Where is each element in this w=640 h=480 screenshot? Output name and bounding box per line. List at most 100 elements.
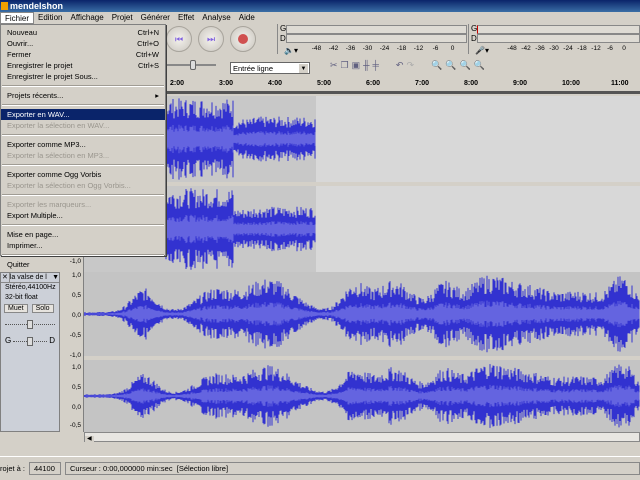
ruler-label: 11:00 bbox=[611, 80, 629, 87]
menu-item[interactable]: Export Multiple... bbox=[1, 210, 165, 221]
menu-item-label: Mise en page... bbox=[7, 230, 59, 239]
menu-5[interactable]: Effet bbox=[174, 12, 198, 24]
menu-separator bbox=[2, 104, 164, 106]
record-icon bbox=[238, 34, 248, 44]
scroll-left-icon[interactable]: ◀ bbox=[85, 436, 94, 442]
menu-3[interactable]: Projet bbox=[108, 12, 137, 24]
menu-item[interactable]: Quitter bbox=[1, 259, 165, 270]
playback-meter-right bbox=[286, 34, 467, 43]
menu-item[interactable]: Exporter en WAV... bbox=[1, 109, 165, 120]
menu-item[interactable]: Enregistrer le projet Sous... bbox=[1, 71, 165, 82]
ruler-label: 10:00 bbox=[562, 80, 580, 87]
menu-item-label: Exporter la sélection en MP3... bbox=[7, 151, 110, 160]
meter-g-label: G bbox=[471, 24, 478, 33]
menu-separator bbox=[2, 164, 164, 166]
scale-label: 0,5 bbox=[71, 292, 81, 299]
track-name-menu[interactable]: la valse de l bbox=[10, 273, 52, 282]
menu-item-shortcut: Ctrl+N bbox=[137, 28, 159, 37]
menu-0[interactable]: Fichier bbox=[0, 12, 35, 24]
app-icon bbox=[1, 2, 8, 10]
speaker-icon[interactable]: 🔈▾ bbox=[284, 46, 298, 55]
menu-4[interactable]: Générer bbox=[137, 12, 174, 24]
skip-start-button[interactable]: ⏮ bbox=[166, 26, 192, 52]
transport-controls: ⏮ ⏭ bbox=[166, 26, 256, 52]
menu-item-label: Exporter les marqueurs... bbox=[7, 200, 92, 209]
menu-1[interactable]: Edition bbox=[34, 12, 66, 24]
silence-icon[interactable]: ╪ bbox=[373, 60, 379, 71]
ruler-label: 2:00 bbox=[170, 80, 185, 87]
input-source-select[interactable]: Entrée ligne ▼ bbox=[230, 62, 310, 74]
chevron-down-icon[interactable]: ▼ bbox=[52, 273, 59, 282]
menu-separator bbox=[2, 134, 164, 136]
meter-tick: 0 bbox=[622, 45, 626, 52]
track-format: Stéréo,44100Hz bbox=[5, 284, 56, 291]
ruler-label: 5:00 bbox=[317, 80, 332, 87]
meter-g-label: G bbox=[280, 24, 287, 33]
track1-left-waveform[interactable] bbox=[84, 96, 640, 182]
track2-right-waveform[interactable] bbox=[84, 360, 640, 432]
zoom-in-icon[interactable]: 🔍 bbox=[431, 60, 442, 71]
track2-left-waveform[interactable] bbox=[84, 272, 640, 356]
menu-item-label: Fermer bbox=[7, 50, 32, 59]
track2-control-panel: ✕ la valse de l ▼ Stéréo,44100Hz 32-bit flo… bbox=[0, 272, 60, 432]
scale-label: 1,0 bbox=[71, 364, 81, 371]
chevron-down-icon[interactable]: ▼ bbox=[299, 64, 308, 73]
menu-item-label: Exporter comme MP3... bbox=[7, 140, 86, 149]
menu-2[interactable]: Affichage bbox=[66, 12, 107, 24]
ruler-label: 9:00 bbox=[513, 80, 528, 87]
menu-item[interactable]: Imprimer... bbox=[1, 240, 165, 251]
menu-item[interactable]: Fermer Ctrl+W bbox=[1, 49, 165, 60]
zoom-fit-icon[interactable]: 🔍 bbox=[474, 60, 485, 71]
meter-tick: -18 bbox=[577, 45, 587, 52]
selection-mode: [Sélection libre] bbox=[176, 464, 229, 473]
window-title: mendelshon bbox=[10, 1, 64, 11]
track1-right-waveform[interactable] bbox=[84, 186, 640, 272]
cut-icon[interactable]: ✂ bbox=[330, 60, 338, 71]
copy-icon[interactable]: ❐ bbox=[341, 60, 349, 71]
zoom-out-icon[interactable]: 🔍 bbox=[445, 60, 456, 71]
pan-slider[interactable]: GD bbox=[5, 336, 55, 346]
menu-separator bbox=[2, 254, 164, 256]
menu-item[interactable]: Mise en page... bbox=[1, 229, 165, 240]
menu-item-label: Imprimer... bbox=[7, 241, 43, 250]
solo-button[interactable]: Solo bbox=[31, 304, 54, 313]
menu-item-label: Quitter bbox=[7, 260, 30, 269]
meter-tick: -42 bbox=[521, 45, 531, 52]
menu-item[interactable]: Enregistrer le projet Ctrl+S bbox=[1, 60, 165, 71]
menu-item-label: Exporter comme Ogg Vorbis bbox=[7, 170, 102, 179]
menu-7[interactable]: Aide bbox=[235, 12, 259, 24]
volume-slider-thumb[interactable] bbox=[190, 60, 196, 70]
undo-icon[interactable]: ↶ bbox=[396, 60, 404, 71]
playback-meter-left bbox=[286, 25, 467, 34]
track-bit-depth: 32-bit float bbox=[5, 294, 38, 301]
menu-item[interactable]: Exporter comme MP3... bbox=[1, 139, 165, 150]
menu-item[interactable]: Projets récents... ▸ bbox=[1, 90, 165, 101]
menu-item[interactable]: Ouvrir... Ctrl+O bbox=[1, 38, 165, 49]
meter-tick: -12 bbox=[413, 45, 424, 52]
mute-button[interactable]: Muet bbox=[4, 304, 28, 313]
menu-item[interactable]: Nouveau Ctrl+N bbox=[1, 27, 165, 38]
skip-end-button[interactable]: ⏭ bbox=[198, 26, 224, 52]
menu-6[interactable]: Analyse bbox=[198, 12, 234, 24]
menu-item-shortcut: Ctrl+W bbox=[135, 50, 159, 59]
scale-label: -1,0 bbox=[69, 352, 81, 359]
project-rate-input[interactable]: 44100 bbox=[29, 462, 62, 475]
record-meter-left bbox=[477, 25, 640, 34]
gain-slider[interactable] bbox=[5, 320, 55, 329]
zoom-selection-icon[interactable]: 🔍 bbox=[459, 60, 470, 71]
microphone-icon[interactable]: 🎤▾ bbox=[475, 46, 489, 55]
record-button[interactable] bbox=[230, 26, 256, 52]
close-track-icon[interactable]: ✕ bbox=[1, 273, 10, 282]
menu-item-label: Exporter la sélection en Ogg Vorbis... bbox=[7, 181, 131, 190]
menu-item[interactable]: Exporter comme Ogg Vorbis bbox=[1, 169, 165, 180]
scale-label: 1,0 bbox=[71, 272, 81, 279]
trim-icon[interactable]: ╫ bbox=[363, 60, 369, 71]
menu-item-label: Export Multiple... bbox=[7, 211, 63, 220]
menu-item-label: Ouvrir... bbox=[7, 39, 34, 48]
scale-label: -0,5 bbox=[69, 332, 81, 339]
scale-label: -0,5 bbox=[69, 422, 81, 429]
meter-tick: -24 bbox=[379, 45, 390, 52]
paste-icon[interactable]: ▣ bbox=[352, 60, 361, 71]
horizontal-scrollbar[interactable]: ◀ bbox=[84, 432, 640, 442]
redo-icon[interactable]: ↷ bbox=[406, 60, 414, 71]
